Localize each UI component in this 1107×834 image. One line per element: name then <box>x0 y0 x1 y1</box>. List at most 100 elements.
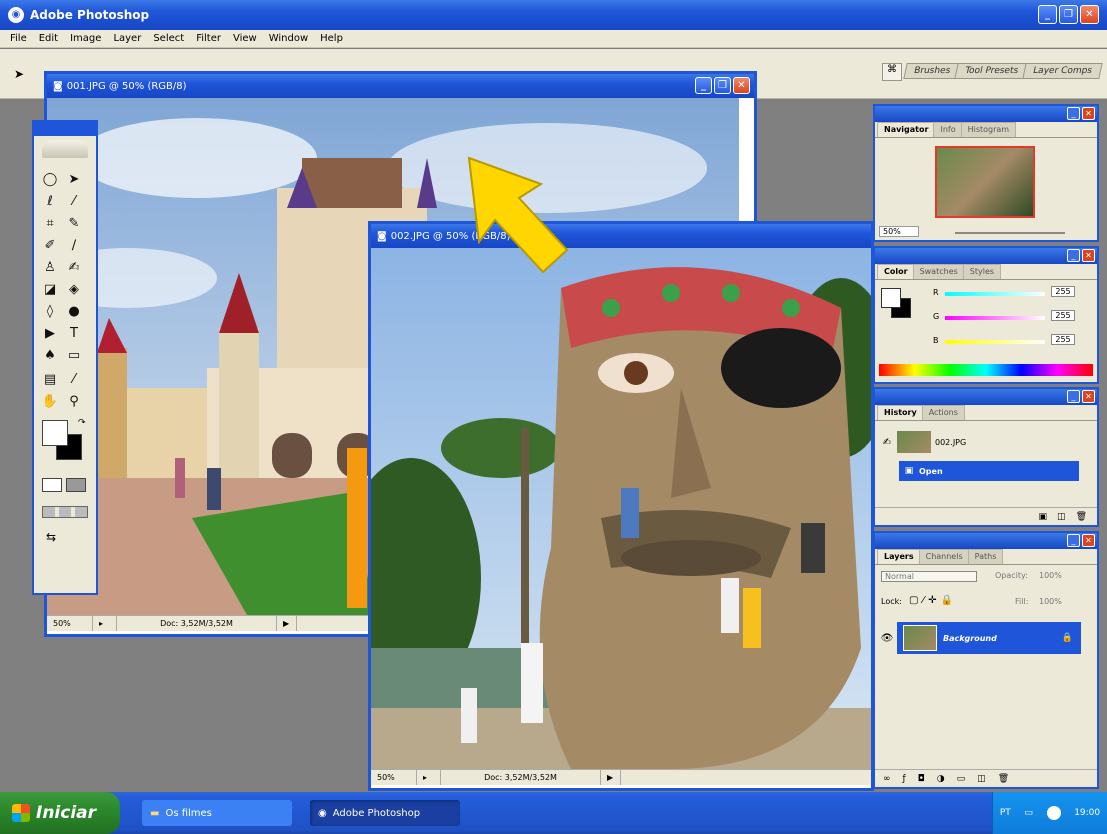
status-menu-icon[interactable]: ▸ <box>417 770 441 785</box>
palette-close-button[interactable]: ✕ <box>1082 534 1095 547</box>
minimize-button[interactable]: _ <box>1038 5 1057 24</box>
menu-file[interactable]: File <box>4 33 33 44</box>
blend-mode-select[interactable]: Normal <box>881 571 977 582</box>
color-spectrum-ramp[interactable] <box>879 364 1093 376</box>
history-state-row[interactable]: ▣ Open <box>899 461 1079 481</box>
eyedropper-tool-icon[interactable]: ⁄ <box>64 370 84 388</box>
blur-tool-icon[interactable]: ◊ <box>40 302 60 320</box>
marquee-tool-icon[interactable]: ◯ <box>40 170 60 188</box>
eraser-tool-icon[interactable]: ◪ <box>40 280 60 298</box>
crop-tool-icon[interactable]: ⌗ <box>40 214 60 232</box>
tab-color[interactable]: Color <box>877 264 915 279</box>
shape-tool-icon[interactable]: ▭ <box>64 346 84 364</box>
magic-wand-tool-icon[interactable]: ⁄ <box>64 192 84 210</box>
move-tool-icon[interactable]: ➤ <box>14 67 24 81</box>
palette-close-button[interactable]: ✕ <box>1082 107 1095 120</box>
menu-help[interactable]: Help <box>314 33 349 44</box>
status-arrow-icon[interactable]: ▶ <box>601 770 621 785</box>
taskbar-item-adobe-photoshop[interactable]: ◉ Adobe Photoshop <box>310 800 460 826</box>
navigator-zoom-value[interactable]: 50% <box>879 226 919 237</box>
clock[interactable]: 19:00 <box>1074 808 1100 818</box>
screen-mode-icons[interactable] <box>42 506 88 518</box>
red-channel-slider[interactable] <box>945 292 1045 296</box>
jump-to-imageready-icon[interactable]: ⇆ <box>46 530 56 544</box>
menu-window[interactable]: Window <box>263 33 314 44</box>
menu-select[interactable]: Select <box>147 33 190 44</box>
toolbox-header[interactable] <box>34 122 96 136</box>
minimize-button[interactable]: _ <box>695 77 712 94</box>
tab-swatches[interactable]: Swatches <box>912 264 965 279</box>
status-menu-icon[interactable]: ▸ <box>93 616 117 631</box>
palette-close-button[interactable]: ✕ <box>1082 390 1095 403</box>
tab-styles[interactable]: Styles <box>962 264 1002 279</box>
brush-tool-icon[interactable]: ∕ <box>64 236 84 254</box>
menu-layer[interactable]: Layer <box>107 33 147 44</box>
history-snapshot-row[interactable]: ✍ 002.JPG <box>877 429 1079 455</box>
green-channel-value[interactable]: 255 <box>1051 310 1075 321</box>
document-window-002[interactable]: ◙ 002.JPG @ 50% (RGB/8) 50% ▸ Doc: 3,52M… <box>368 221 874 791</box>
navigator-thumbnail[interactable] <box>935 146 1035 218</box>
palette-minimize-button[interactable]: _ <box>1067 534 1080 547</box>
foreground-color-swatch[interactable] <box>42 420 68 446</box>
quick-mask-mode-icon[interactable] <box>66 478 86 492</box>
tab-tool-presets[interactable]: Tool Presets <box>954 63 1029 79</box>
maximize-button[interactable]: ❐ <box>714 77 731 94</box>
tab-paths[interactable]: Paths <box>967 549 1004 564</box>
delete-state-icon[interactable]: 🗑 <box>1076 512 1087 522</box>
dodge-tool-icon[interactable]: ● <box>64 302 84 320</box>
tab-layers[interactable]: Layers <box>877 549 921 564</box>
palette-minimize-button[interactable]: _ <box>1067 390 1080 403</box>
delete-layer-icon[interactable]: 🗑 <box>998 774 1009 784</box>
palette-header[interactable]: _ ✕ <box>875 248 1097 264</box>
zoom-tool-icon[interactable]: ⚲ <box>64 392 84 410</box>
maximize-button[interactable]: ❐ <box>1059 5 1078 24</box>
network-icon[interactable]: ▭ <box>1024 808 1033 818</box>
new-layer-icon[interactable]: ◫ <box>977 774 986 784</box>
palette-header[interactable]: _ ✕ <box>875 533 1097 549</box>
new-snapshot-icon[interactable]: ◫ <box>1057 512 1066 522</box>
link-layers-icon[interactable]: ∞ <box>883 774 891 784</box>
blue-channel-slider[interactable] <box>945 340 1045 344</box>
status-arrow-icon[interactable]: ▶ <box>277 616 297 631</box>
menu-edit[interactable]: Edit <box>33 33 64 44</box>
tab-brushes[interactable]: Brushes <box>903 63 961 79</box>
menu-filter[interactable]: Filter <box>190 33 227 44</box>
slice-tool-icon[interactable]: ✎ <box>64 214 84 232</box>
zoom-level[interactable]: 50% <box>47 616 93 631</box>
green-channel-slider[interactable] <box>945 316 1045 320</box>
swap-colors-icon[interactable]: ↷ <box>78 418 86 428</box>
taskbar-item-os-filmes[interactable]: ▬ Os filmes <box>142 800 292 826</box>
tab-channels[interactable]: Channels <box>918 549 970 564</box>
app-title-bar[interactable]: ◉ Adobe Photoshop _ ❐ ✕ <box>0 0 1107 30</box>
red-channel-value[interactable]: 255 <box>1051 286 1075 297</box>
layer-style-icon[interactable]: ƒ <box>903 774 906 784</box>
document-title-bar[interactable]: ◙ 002.JPG @ 50% (RGB/8) <box>371 224 871 248</box>
history-brush-source-icon[interactable]: ✍ <box>877 437 897 448</box>
close-button[interactable]: ✕ <box>733 77 750 94</box>
opacity-value[interactable]: 100% <box>1039 571 1062 580</box>
palette-minimize-button[interactable]: _ <box>1067 107 1080 120</box>
menu-image[interactable]: Image <box>64 33 107 44</box>
pen-tool-icon[interactable]: ♠ <box>40 346 60 364</box>
palette-header[interactable]: _ ✕ <box>875 106 1097 122</box>
clone-stamp-tool-icon[interactable]: ♙ <box>40 258 60 276</box>
close-button[interactable]: ✕ <box>1080 5 1099 24</box>
move-tool-icon[interactable]: ➤ <box>64 170 84 188</box>
new-document-from-state-icon[interactable]: ▣ <box>1039 512 1048 522</box>
menu-view[interactable]: View <box>227 33 263 44</box>
type-tool-icon[interactable]: T <box>64 324 84 342</box>
palette-close-button[interactable]: ✕ <box>1082 249 1095 262</box>
tab-history[interactable]: History <box>877 405 924 420</box>
new-group-icon[interactable]: ▭ <box>957 774 966 784</box>
history-brush-tool-icon[interactable]: ✍ <box>64 258 84 276</box>
palette-minimize-button[interactable]: _ <box>1067 249 1080 262</box>
palette-well-icon[interactable]: ⌘ <box>882 63 902 81</box>
layer-mask-icon[interactable]: ◘ <box>918 774 925 784</box>
layer-row-background[interactable]: 👁 Background 🔒 <box>877 621 1081 655</box>
standard-mode-icon[interactable] <box>42 478 62 492</box>
adjustment-layer-icon[interactable]: ◑ <box>937 774 945 784</box>
lasso-tool-icon[interactable]: ℓ <box>40 192 60 210</box>
healing-brush-tool-icon[interactable]: ✐ <box>40 236 60 254</box>
volume-icon[interactable] <box>1046 806 1061 820</box>
fill-value[interactable]: 100% <box>1039 597 1062 606</box>
